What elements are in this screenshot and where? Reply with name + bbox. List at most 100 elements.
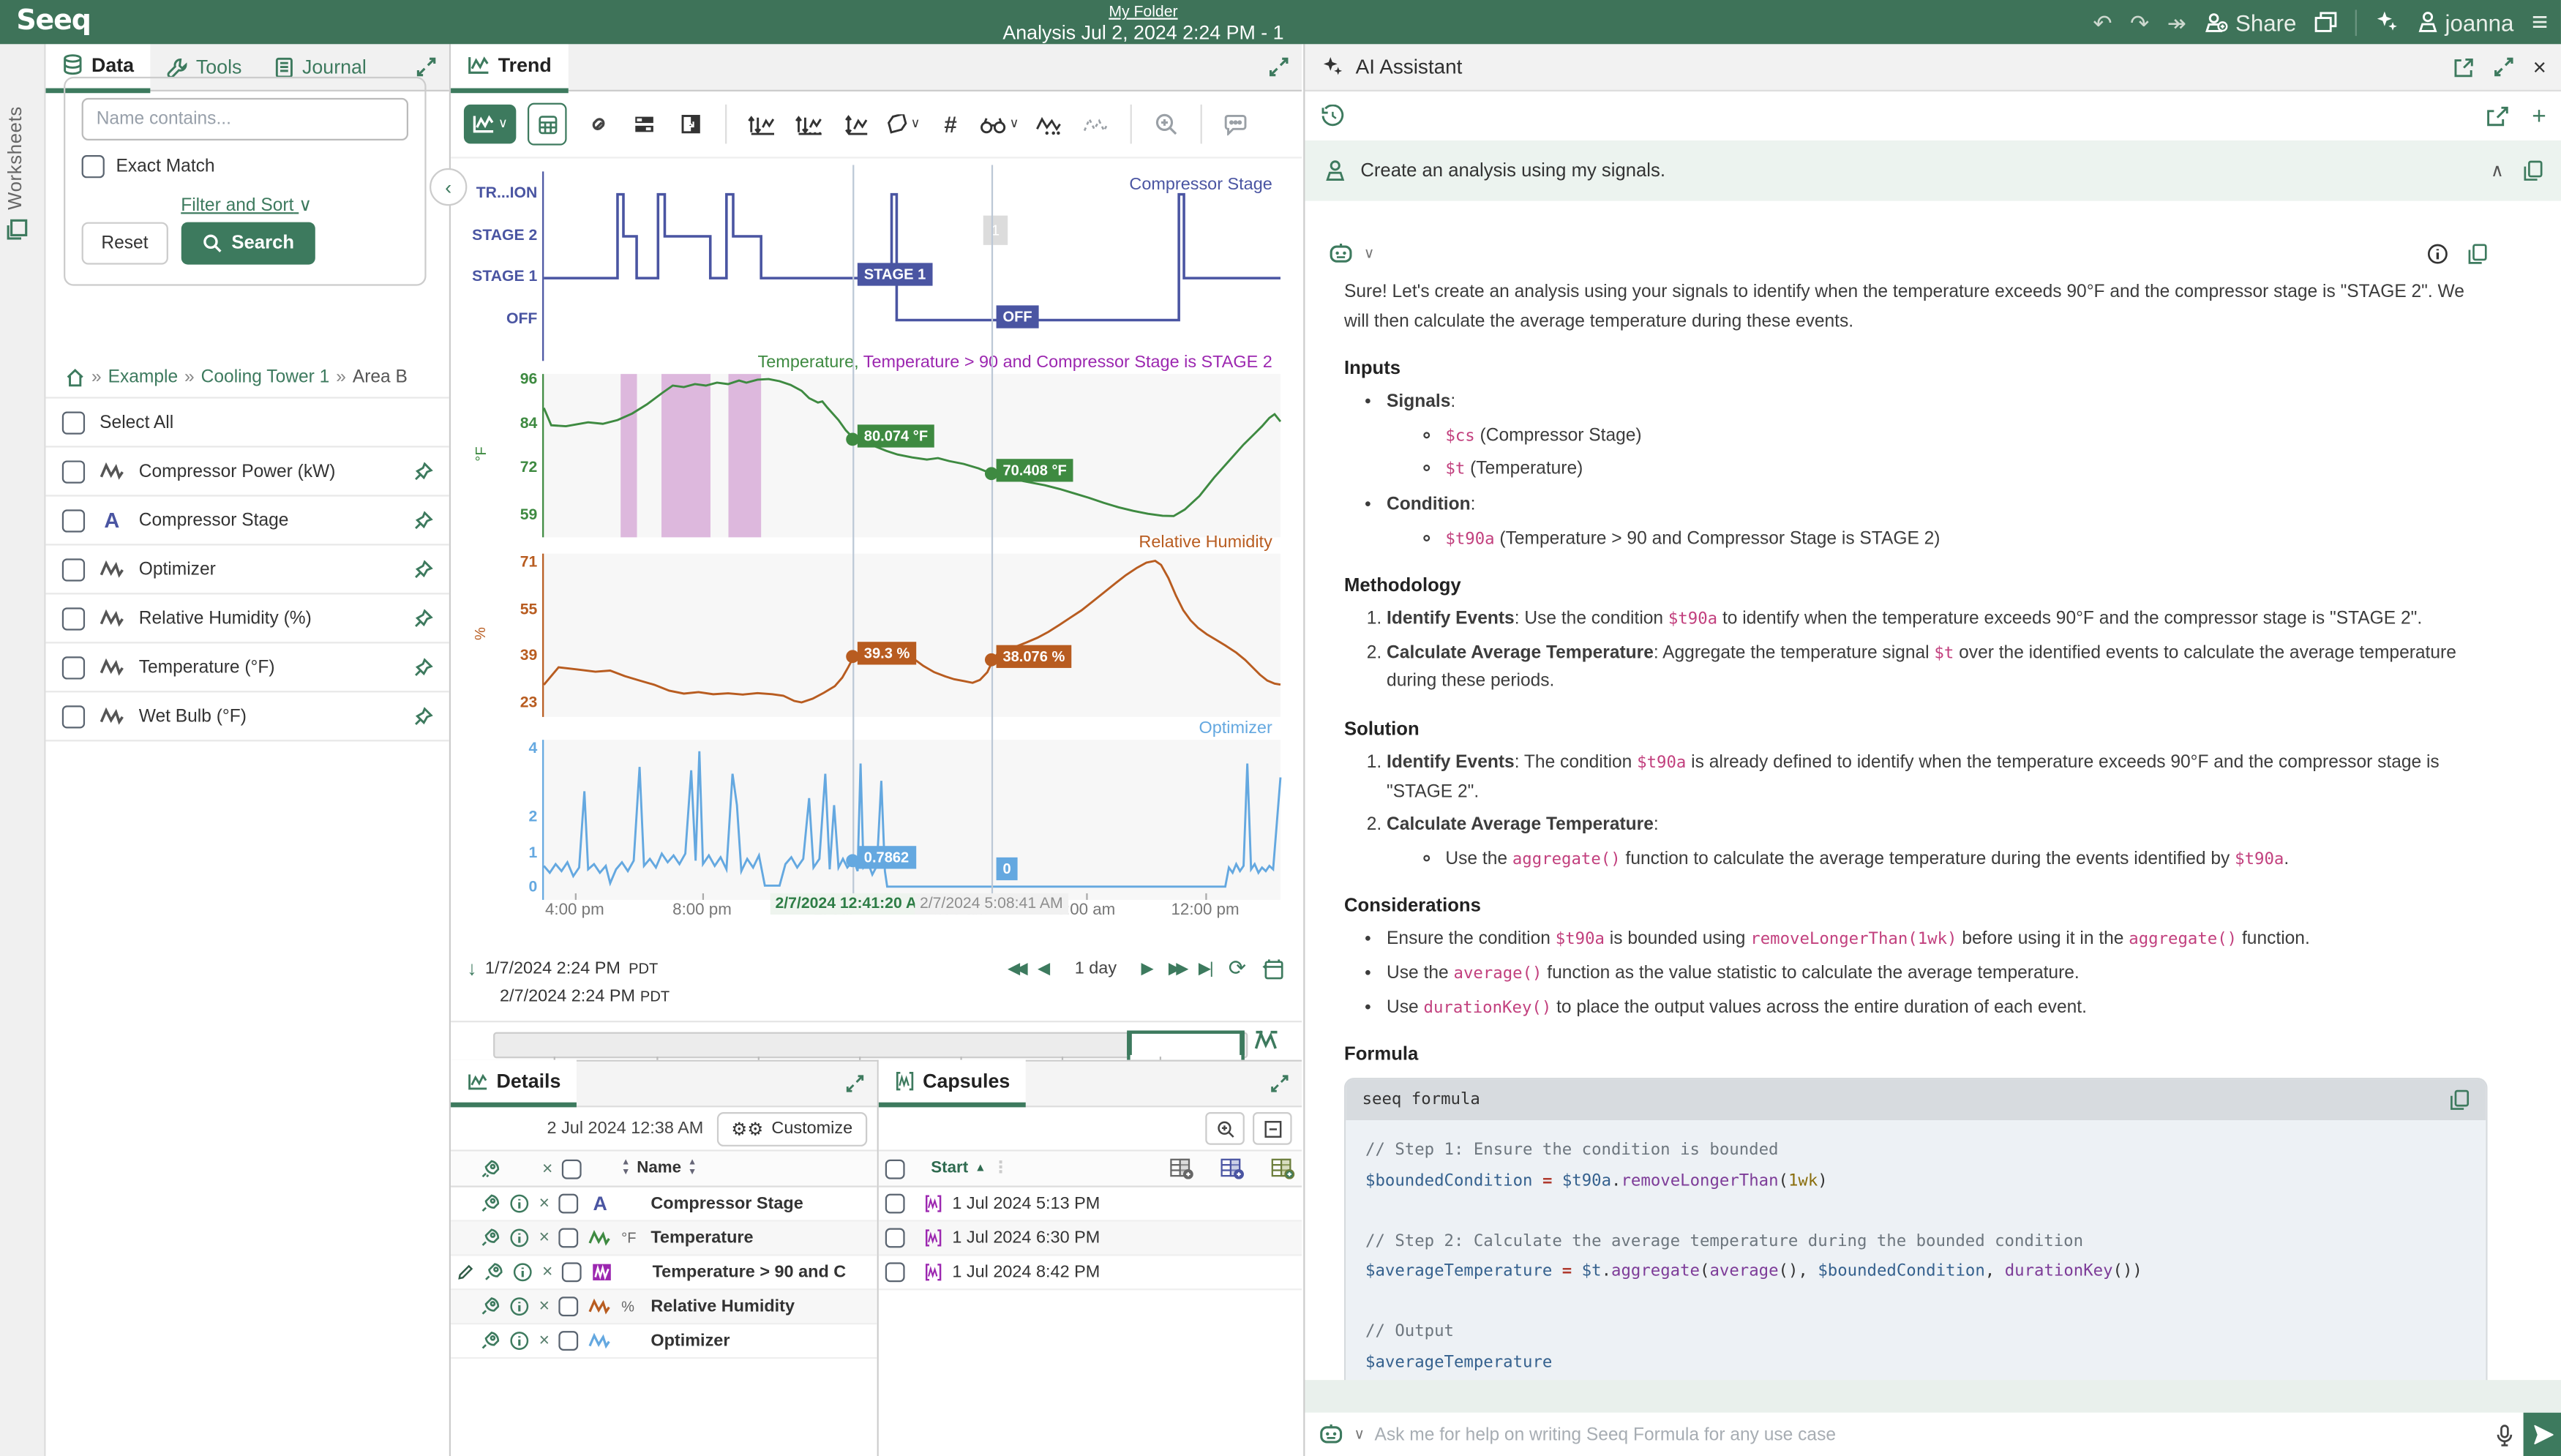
copy-code-icon[interactable] xyxy=(2450,1089,2470,1111)
autoscale-y-button[interactable] xyxy=(743,105,779,144)
select-all-row[interactable]: Select All xyxy=(45,397,449,447)
list-item[interactable]: A Compressor Stage xyxy=(45,497,449,546)
info-icon[interactable] xyxy=(509,1194,529,1214)
info-icon[interactable] xyxy=(509,1296,529,1316)
column-menu-icon[interactable]: ⋮ xyxy=(993,1160,1009,1178)
copy-icon[interactable] xyxy=(2468,244,2488,265)
info-icon[interactable] xyxy=(509,1228,529,1248)
step-to-now-icon[interactable]: ▶| xyxy=(1199,959,1214,977)
worksheets-overview-icon[interactable] xyxy=(2314,12,2337,33)
trend-chart[interactable]: TR...IONSTAGE 2STAGE 1OFFCompressor Stag… xyxy=(451,155,1302,953)
capsules-zoom-button[interactable] xyxy=(1205,1112,1245,1145)
table-row[interactable]: × °F Temperature xyxy=(451,1222,877,1256)
list-item[interactable]: Wet Bulb (°F) xyxy=(45,692,449,741)
labels-button[interactable]: ∨ xyxy=(885,105,921,144)
list-item[interactable]: Relative Humidity (%) xyxy=(45,594,449,643)
list-item[interactable]: Temperature (°F) xyxy=(45,643,449,692)
data-panel-expand-icon[interactable] xyxy=(416,57,436,77)
signal-checkbox[interactable] xyxy=(62,509,85,531)
capsule-row[interactable]: 1 Jul 2024 8:42 PM xyxy=(879,1256,1302,1290)
breadcrumb-cooling-tower[interactable]: Cooling Tower 1 xyxy=(201,367,330,387)
edit-pencil-icon[interactable] xyxy=(457,1264,473,1280)
remove-icon[interactable]: × xyxy=(542,1262,552,1282)
auto-update-icon[interactable] xyxy=(1261,957,1285,980)
rocket-icon[interactable] xyxy=(480,1159,500,1179)
row-checkbox[interactable] xyxy=(559,1228,579,1248)
pin-icon[interactable] xyxy=(413,462,433,481)
overview-selection[interactable] xyxy=(1127,1030,1245,1063)
reset-button[interactable]: Reset xyxy=(82,222,168,265)
undo-icon[interactable]: ↶ xyxy=(2093,11,2112,34)
add-stat-column-icon[interactable] xyxy=(1220,1158,1244,1179)
rocket-icon[interactable] xyxy=(484,1262,503,1282)
table-row[interactable]: × Optimizer xyxy=(451,1324,877,1359)
filter-and-sort-link[interactable]: Filter and Sort ∨ xyxy=(181,195,315,216)
lanes-button[interactable] xyxy=(626,105,661,144)
customize-button[interactable]: ⚙⚙ Customize xyxy=(716,1111,867,1146)
agent-caret-icon[interactable]: ∨ xyxy=(1354,1426,1365,1444)
formula-code[interactable]: // Step 1: Ensure the condition is bound… xyxy=(1346,1120,2486,1395)
expand-icon[interactable] xyxy=(2494,57,2513,77)
rocket-icon[interactable] xyxy=(480,1228,500,1248)
zoom-button[interactable] xyxy=(1148,105,1184,144)
capsules-expand-icon[interactable] xyxy=(1271,1075,1289,1093)
redo-icon[interactable]: ↷ xyxy=(2130,11,2149,34)
annotate-button[interactable] xyxy=(1218,105,1254,144)
pan-y-button[interactable] xyxy=(838,105,874,144)
copy-icon[interactable] xyxy=(2524,160,2543,181)
remove-icon[interactable]: × xyxy=(539,1296,550,1316)
share-button[interactable]: Share xyxy=(2205,11,2297,34)
table-row[interactable]: × A Compressor Stage xyxy=(451,1187,877,1222)
table-row[interactable]: × Temperature > 90 and C xyxy=(451,1256,877,1290)
binoculars-button[interactable]: ∨ xyxy=(980,105,1019,144)
overview-track[interactable] xyxy=(493,1032,1248,1059)
selection-left-handle[interactable] xyxy=(1127,1032,1132,1055)
signal-checkbox[interactable] xyxy=(62,656,85,678)
open-external-icon[interactable] xyxy=(2453,56,2474,78)
sort-icon[interactable]: ▲▼ xyxy=(688,1160,697,1178)
ai-input-placeholder[interactable]: Ask me for help on writing Seeq Formula … xyxy=(1375,1425,2486,1445)
signal-checkbox[interactable] xyxy=(62,705,85,727)
step-back-much-icon[interactable]: ◀◀ xyxy=(1008,959,1023,977)
add-property-column-icon[interactable] xyxy=(1271,1158,1295,1179)
export-chat-icon[interactable] xyxy=(2486,105,2509,127)
collapse-message-icon[interactable]: ∧ xyxy=(2491,160,2504,181)
list-item[interactable]: Optimizer xyxy=(45,546,449,595)
row-checkbox[interactable] xyxy=(559,1194,579,1214)
info-icon[interactable] xyxy=(2427,244,2448,265)
step-back-icon[interactable]: ◀ xyxy=(1038,959,1050,977)
refresh-icon[interactable]: ⟳ xyxy=(1229,956,1246,982)
rocket-icon[interactable] xyxy=(480,1296,500,1316)
tab-trend[interactable]: Trend xyxy=(451,42,568,92)
info-icon[interactable] xyxy=(509,1331,529,1351)
trend-lane-temperature[interactable] xyxy=(542,374,1280,537)
pin-icon[interactable] xyxy=(413,608,433,628)
search-input[interactable] xyxy=(82,98,408,140)
capsule-row[interactable]: 1 Jul 2024 5:13 PM xyxy=(879,1187,1302,1222)
close-icon[interactable]: × xyxy=(2533,54,2546,80)
row-checkbox[interactable] xyxy=(559,1296,579,1316)
home-icon[interactable] xyxy=(65,367,85,387)
remove-icon[interactable]: × xyxy=(539,1228,550,1248)
sort-icon[interactable]: ▲▼ xyxy=(621,1160,630,1178)
worksheets-rail[interactable]: Worksheets xyxy=(0,44,45,1456)
range-start[interactable]: 1/7/2024 2:24 PM xyxy=(485,958,620,978)
remove-icon[interactable]: × xyxy=(539,1331,550,1351)
signal-checkbox[interactable] xyxy=(62,607,85,629)
row-checkbox[interactable] xyxy=(559,1331,579,1351)
step-forward-much-icon[interactable]: ▶▶ xyxy=(1169,959,1184,977)
seeq-logo[interactable]: Seeq xyxy=(16,5,91,38)
rocket-icon[interactable] xyxy=(480,1331,500,1351)
pin-icon[interactable] xyxy=(413,559,433,579)
signal-checkbox[interactable] xyxy=(62,459,85,482)
user-menu[interactable]: joanna xyxy=(2418,11,2514,34)
compare-view-button[interactable] xyxy=(673,105,709,144)
samples-button[interactable] xyxy=(1078,105,1114,144)
step-forward-icon[interactable]: ▶ xyxy=(1141,959,1154,977)
info-icon[interactable] xyxy=(513,1262,533,1282)
capsule-row[interactable]: 1 Jul 2024 6:30 PM xyxy=(879,1222,1302,1256)
redo-all-icon[interactable]: ↠ xyxy=(2167,11,2186,34)
range-end[interactable]: 2/7/2024 2:24 PM xyxy=(500,986,635,1006)
ai-conversation[interactable]: ∨ Sure! Let's create an analysis using y… xyxy=(1305,225,2561,1413)
cursors-button[interactable] xyxy=(1030,105,1066,144)
